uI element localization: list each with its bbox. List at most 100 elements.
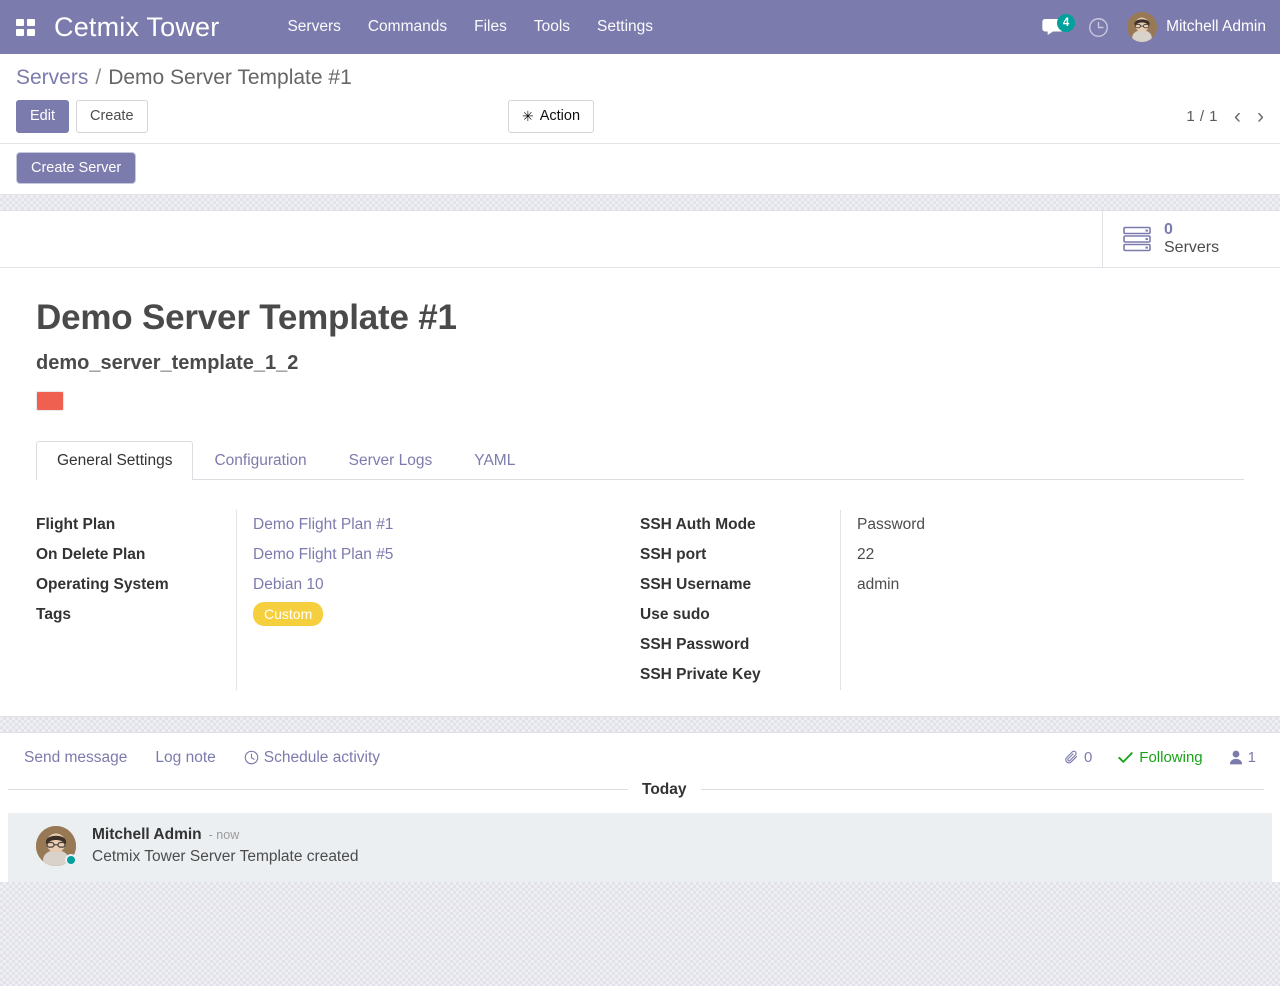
pager-value: 1 / 1 — [1186, 108, 1218, 125]
paperclip-icon — [1064, 750, 1079, 765]
chatter-status-area: 0 Following 1 — [1064, 749, 1256, 766]
tab-server-logs[interactable]: Server Logs — [328, 441, 454, 480]
form-values-right: Password 22 admin — [840, 510, 1204, 690]
menu-item-files[interactable]: Files — [474, 18, 507, 36]
date-separator: Today — [0, 781, 1280, 799]
label-ssh-password: SSH Password — [640, 630, 840, 660]
tab-configuration[interactable]: Configuration — [193, 441, 327, 480]
general-settings-panel: Flight Plan On Delete Plan Operating Sys… — [36, 480, 1244, 690]
form-labels-right: SSH Auth Mode SSH port SSH Username Use … — [640, 510, 840, 690]
value-operating-system[interactable]: Debian 10 — [253, 570, 600, 600]
following-label: Following — [1139, 749, 1202, 766]
breadcrumb-separator: / — [95, 66, 101, 90]
messages-button[interactable]: 4 — [1042, 19, 1070, 35]
tag-custom[interactable]: Custom — [253, 602, 323, 626]
gear-icon: ✳ — [522, 109, 534, 123]
message-timestamp: - now — [209, 828, 240, 842]
apps-menu-button[interactable] — [8, 10, 42, 44]
control-panel: Servers / Demo Server Template #1 Edit C… — [0, 54, 1280, 195]
top-navbar: Cetmix Tower Servers Commands Files Tool… — [0, 0, 1280, 54]
value-flight-plan[interactable]: Demo Flight Plan #1 — [253, 510, 600, 540]
menu-item-commands[interactable]: Commands — [368, 18, 447, 36]
action-menu-button[interactable]: ✳ Action — [508, 100, 594, 133]
server-rack-icon — [1123, 226, 1153, 252]
pager-next-icon[interactable]: › — [1257, 106, 1264, 127]
message-header: Mitchell Admin - now — [92, 826, 358, 844]
online-status-dot — [65, 854, 77, 866]
navbar-right-area: 4 Mitchell Admin — [1042, 12, 1266, 42]
pager: 1 / 1 ‹ › — [1186, 106, 1264, 127]
brand-title[interactable]: Cetmix Tower — [54, 12, 219, 43]
label-ssh-auth-mode: SSH Auth Mode — [640, 510, 840, 540]
send-message-button[interactable]: Send message — [24, 749, 127, 767]
label-use-sudo: Use sudo — [640, 600, 840, 630]
apps-grid-icon — [16, 19, 35, 36]
stat-button-box: 0 Servers — [0, 211, 1280, 268]
label-ssh-private-key: SSH Private Key — [640, 660, 840, 690]
sheet-top-band — [0, 195, 1280, 210]
value-ssh-password[interactable] — [857, 630, 1204, 660]
message-item: Mitchell Admin - now Cetmix Tower Server… — [8, 813, 1272, 882]
form-column-right: SSH Auth Mode SSH port SSH Username Use … — [640, 510, 1244, 690]
label-tags: Tags — [36, 600, 236, 630]
label-ssh-username: SSH Username — [640, 570, 840, 600]
label-on-delete-plan: On Delete Plan — [36, 540, 236, 570]
value-ssh-auth-mode[interactable]: Password — [857, 510, 1204, 540]
page-title: Demo Server Template #1 — [36, 298, 1244, 338]
stat-button-servers[interactable]: 0 Servers — [1102, 211, 1280, 267]
record-reference: demo_server_template_1_2 — [36, 352, 1244, 375]
stat-label-servers: Servers — [1164, 239, 1219, 257]
log-note-button[interactable]: Log note — [155, 749, 215, 767]
create-button[interactable]: Create — [76, 100, 148, 133]
menu-item-servers[interactable]: Servers — [287, 18, 340, 36]
followers-count: 1 — [1248, 749, 1256, 766]
following-toggle[interactable]: Following — [1118, 749, 1202, 766]
breadcrumb-root[interactable]: Servers — [16, 66, 88, 90]
record-body: Demo Server Template #1 demo_server_temp… — [0, 268, 1280, 716]
value-ssh-username[interactable]: admin — [857, 570, 1204, 600]
messages-count-badge: 4 — [1057, 14, 1075, 32]
main-menu: Servers Commands Files Tools Settings — [287, 18, 653, 36]
form-background: 0 Servers Demo Server Template #1 demo_s… — [0, 195, 1280, 986]
edit-button[interactable]: Edit — [16, 100, 69, 133]
message-author: Mitchell Admin — [92, 826, 202, 844]
breadcrumb: Servers / Demo Server Template #1 — [0, 54, 1280, 94]
value-use-sudo[interactable] — [857, 600, 1204, 630]
record-action-buttons: Create Server — [0, 144, 1280, 195]
tab-yaml[interactable]: YAML — [453, 441, 536, 480]
tab-general-settings[interactable]: General Settings — [36, 441, 193, 480]
attachments-button[interactable]: 0 — [1064, 749, 1092, 766]
value-ssh-private-key[interactable] — [857, 660, 1204, 690]
value-ssh-port[interactable]: 22 — [857, 540, 1204, 570]
sheet-bottom-band — [0, 717, 1280, 732]
menu-item-settings[interactable]: Settings — [597, 18, 653, 36]
action-menu-label: Action — [540, 107, 580, 126]
clock-icon[interactable] — [1088, 17, 1109, 38]
date-separator-line-right — [701, 789, 1265, 790]
date-separator-line-left — [8, 789, 628, 790]
user-name: Mitchell Admin — [1166, 18, 1266, 36]
notebook-tabs: General Settings Configuration Server Lo… — [36, 441, 1244, 480]
message-body: Cetmix Tower Server Template created — [92, 848, 358, 866]
record-color-swatch[interactable] — [36, 391, 64, 411]
clock-icon — [244, 750, 259, 765]
pager-previous-icon[interactable]: ‹ — [1234, 106, 1241, 127]
breadcrumb-current: Demo Server Template #1 — [108, 66, 352, 90]
form-sheet: 0 Servers Demo Server Template #1 demo_s… — [0, 210, 1280, 717]
user-menu[interactable]: Mitchell Admin — [1127, 12, 1266, 42]
create-server-button[interactable]: Create Server — [16, 152, 136, 184]
date-separator-label: Today — [642, 781, 687, 799]
schedule-activity-button[interactable]: Schedule activity — [244, 749, 380, 767]
value-on-delete-plan[interactable]: Demo Flight Plan #5 — [253, 540, 600, 570]
control-buttons-row: Edit Create ✳ Action 1 / 1 ‹ › — [0, 94, 1280, 144]
schedule-activity-label: Schedule activity — [264, 749, 380, 767]
followers-button[interactable]: 1 — [1229, 749, 1256, 766]
form-labels-left: Flight Plan On Delete Plan Operating Sys… — [36, 510, 236, 690]
stat-value-servers: 0 — [1164, 221, 1219, 239]
menu-item-tools[interactable]: Tools — [534, 18, 570, 36]
label-operating-system: Operating System — [36, 570, 236, 600]
form-values-left: Demo Flight Plan #1 Demo Flight Plan #5 … — [236, 510, 600, 690]
chatter-topbar: Send message Log note Schedule activity … — [0, 733, 1280, 781]
value-tags: Custom — [253, 600, 600, 630]
avatar — [1127, 12, 1157, 42]
